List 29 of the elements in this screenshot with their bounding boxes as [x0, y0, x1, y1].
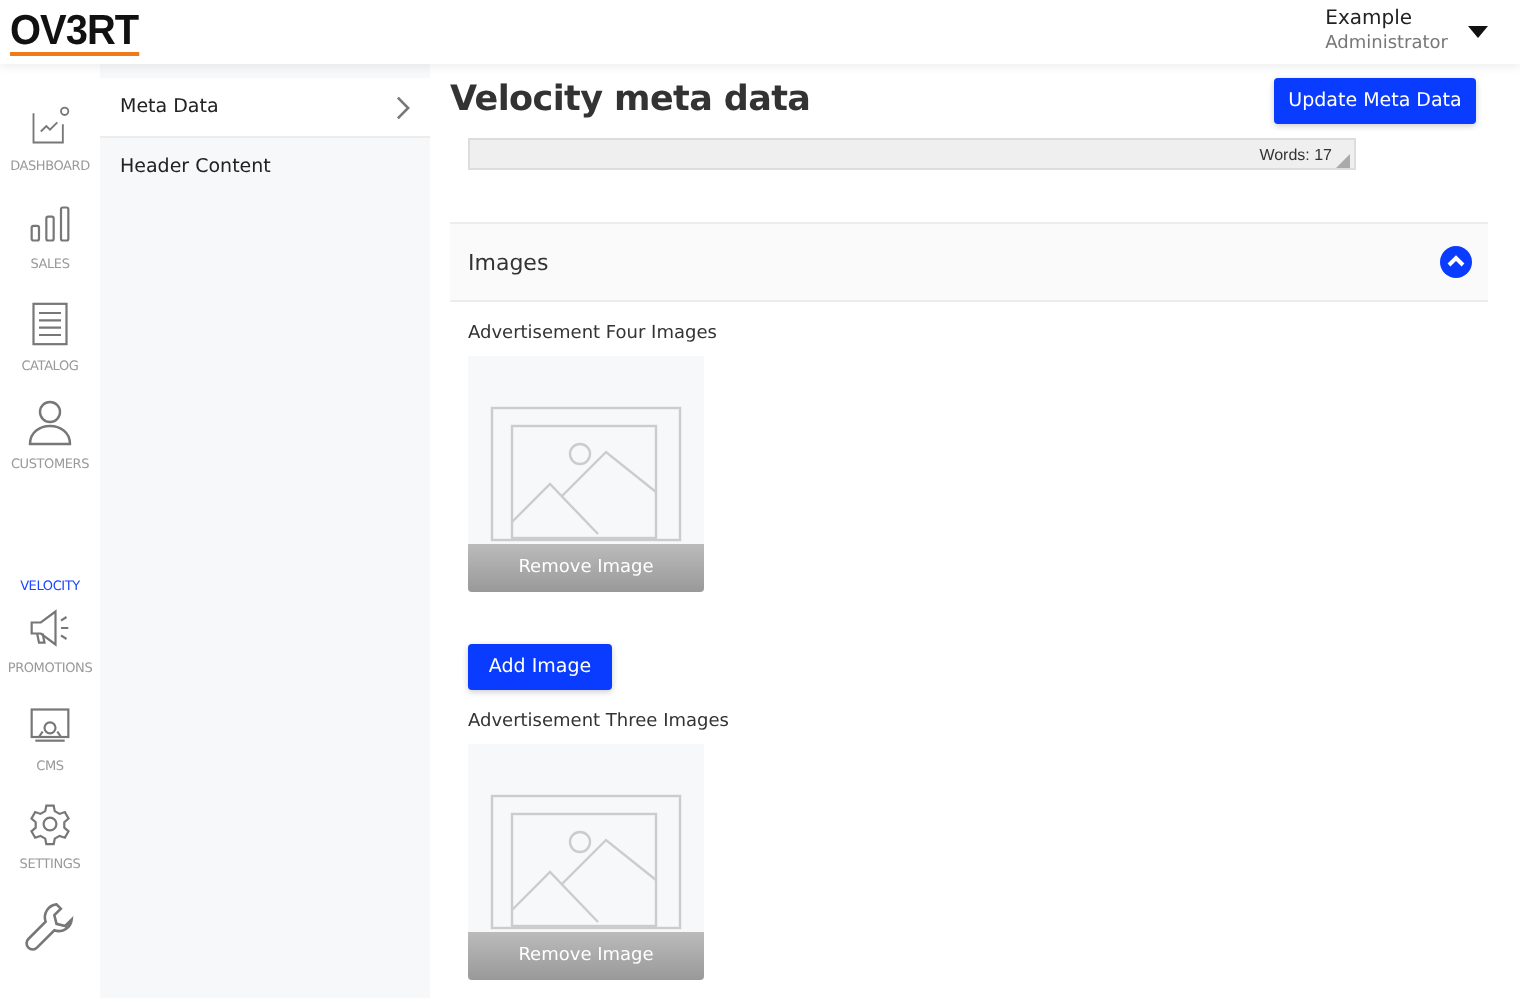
page-title: Velocity meta data [450, 80, 811, 120]
chart-icon [28, 104, 72, 148]
wrench-icon [24, 900, 76, 952]
bar-chart-icon [28, 202, 72, 246]
word-count: Words: 17 [1259, 145, 1332, 163]
megaphone-icon [28, 606, 72, 650]
caret-icon[interactable] [1468, 26, 1488, 38]
resize-grip-icon[interactable] [1336, 154, 1350, 168]
group-label: Advertisement Three Images [468, 712, 729, 732]
person-icon [25, 398, 74, 446]
logo[interactable]: OV3RT [10, 9, 139, 55]
collapse-icon[interactable] [1440, 246, 1472, 278]
monitor-icon [28, 704, 72, 748]
settings-icon [28, 802, 72, 846]
image-icon [490, 406, 682, 542]
section-title: Images [468, 249, 549, 275]
remove-image-button[interactable]: Remove Image [468, 544, 704, 592]
submenu-item[interactable]: Meta Data [100, 78, 430, 138]
section-header[interactable]: Images [450, 222, 1488, 302]
user-role: Administrator [1325, 32, 1448, 56]
user-name: Example [1325, 8, 1415, 32]
submenu-item[interactable]: Header Content [100, 138, 430, 196]
document-icon [27, 300, 72, 348]
image-icon [490, 794, 682, 930]
group-label: Advertisement Four Images [468, 324, 717, 344]
remove-image-button[interactable]: Remove Image [468, 932, 704, 980]
chevron-icon [396, 95, 410, 119]
add-image-button[interactable]: Add Image [468, 644, 612, 690]
update-button[interactable]: Update Meta Data [1274, 77, 1476, 123]
